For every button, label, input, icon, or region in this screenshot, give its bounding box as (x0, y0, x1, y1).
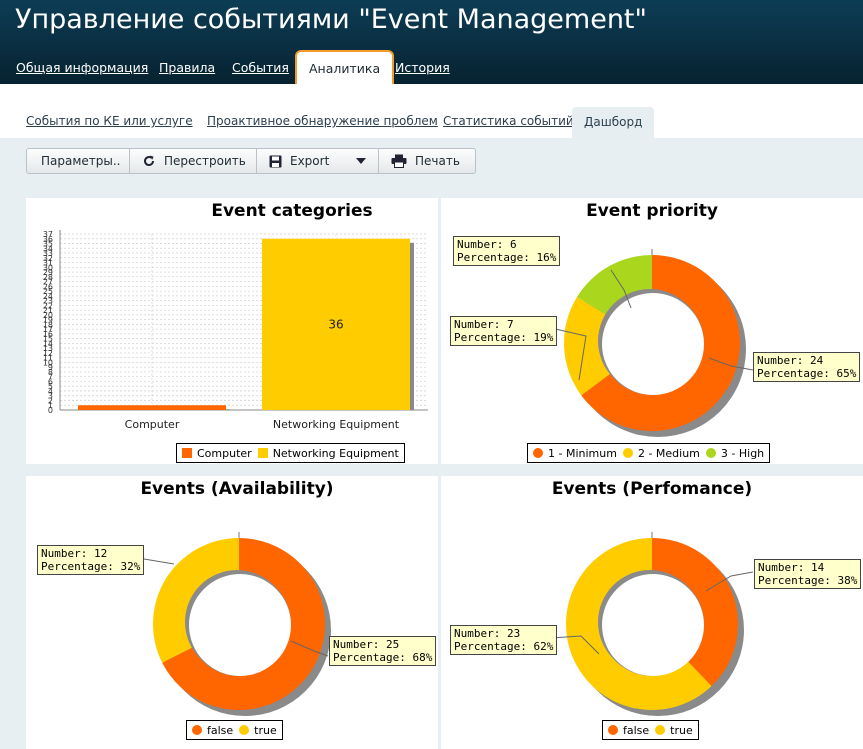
legend-item-medium: 2 - Medium (622, 447, 700, 460)
params-label: Параметры.. (41, 154, 121, 168)
legend-item-true: true (239, 724, 277, 737)
legend-dot-yellow (622, 448, 633, 458)
refresh-icon (142, 154, 156, 168)
chevron-down-icon (356, 158, 366, 164)
subtab-events-by-ci[interactable]: События по КЕ или услуге (26, 114, 193, 128)
tab-history[interactable]: История (395, 60, 450, 75)
legend-dot-orange (192, 725, 202, 735)
tooltip-performance-true: Number: 23 Percentage: 62% (450, 625, 558, 655)
performance-donut-chart (550, 532, 754, 716)
y-tick-label: 37 (43, 230, 53, 239)
legend-item-false: false (192, 724, 233, 737)
priority-legend: 1 - Minimum 2 - Medium 3 - High (527, 443, 771, 463)
rebuild-label: Перестроить (164, 154, 246, 168)
legend-dot-green (705, 448, 716, 458)
tab-events[interactable]: События (232, 60, 289, 75)
export-label: Export (290, 154, 330, 168)
tooltip-priority-high: Number: 6 Percentage: 16% (453, 236, 561, 266)
legend-swatch-yellow (257, 448, 268, 458)
legend-item-false: false (608, 724, 649, 737)
legend-dot-yellow (655, 725, 666, 735)
bar-computer (78, 405, 226, 410)
app-header: Управление событиями "Event Management" … (0, 0, 863, 84)
legend-item-computer: Computer (182, 447, 252, 460)
bar-legend: Computer Networking Equipment (176, 443, 405, 463)
x-tick-label: Computer (125, 418, 180, 431)
save-icon (269, 155, 282, 168)
export-button[interactable]: Export (257, 149, 379, 173)
tab-general-info[interactable]: Общая информация (16, 60, 148, 75)
legend-item-minimum: 1 - Minimum (533, 447, 617, 460)
legend-swatch-orange (182, 448, 192, 458)
tooltip-performance-false: Number: 14 Percentage: 38% (754, 559, 862, 589)
event-categories-panel: Event categories 0 1 2 3 4 5 6 7 8 9 10 11 12 13 14 15 1… (26, 198, 438, 464)
x-tick-label: Networking Equipment (273, 418, 400, 431)
subtab-dashboard[interactable]: Дашборд (572, 107, 655, 138)
availability-legend: false true (186, 720, 283, 740)
donut-hole (602, 293, 704, 395)
event-priority-panel: Event priority Number: 6 Percentage: 16% … (441, 198, 863, 464)
legend-item-networking: Networking Equipment (257, 447, 399, 460)
params-button[interactable]: Параметры.. (27, 149, 130, 173)
legend-dot-orange (608, 725, 618, 735)
tooltip-availability-true: Number: 12 Percentage: 32% (37, 545, 145, 575)
dashboard-content: Параметры.. Перестроить Export Печать Ev… (0, 138, 863, 749)
subtab-event-statistics[interactable]: Статистика событий (443, 114, 574, 128)
subtab-proactive-detection[interactable]: Проактивное обнаружение проблем (207, 114, 438, 128)
bar-chart: 0123456789101112131415161718192021222324… (43, 230, 428, 431)
donut-hole (602, 574, 704, 676)
availability-panel: Events (Availability) Number: 12 Percenta… (26, 476, 438, 749)
donut-hole (189, 574, 291, 676)
print-button[interactable]: Печать (379, 149, 475, 173)
legend-item-high: 3 - High (705, 447, 764, 460)
tab-analytics[interactable]: Аналитика (295, 50, 395, 84)
bar-data-label: 36 (328, 317, 343, 331)
tooltip-priority-medium: Number: 7 Percentage: 19% (450, 316, 558, 346)
legend-dot-yellow (239, 725, 250, 735)
tooltip-priority-minimum: Number: 24 Percentage: 65% (753, 352, 861, 382)
page-title: Управление событиями "Event Management" (15, 4, 647, 35)
performance-panel: Events (Perfomance) Number: 14 Percentage… (441, 476, 863, 749)
printer-icon (391, 154, 407, 168)
availability-donut-chart (137, 532, 331, 716)
toolbar: Параметры.. Перестроить Export Печать (26, 148, 476, 174)
print-label: Печать (415, 154, 460, 168)
performance-legend: false true (602, 720, 699, 740)
tooltip-availability-false: Number: 25 Percentage: 68% (329, 636, 437, 666)
sub-tabs: События по КЕ или услуге Проактивное обн… (0, 104, 863, 138)
tab-rules[interactable]: Правила (159, 60, 215, 75)
legend-dot-orange (533, 448, 543, 458)
legend-item-true: true (655, 724, 693, 737)
rebuild-button[interactable]: Перестроить (130, 149, 257, 173)
